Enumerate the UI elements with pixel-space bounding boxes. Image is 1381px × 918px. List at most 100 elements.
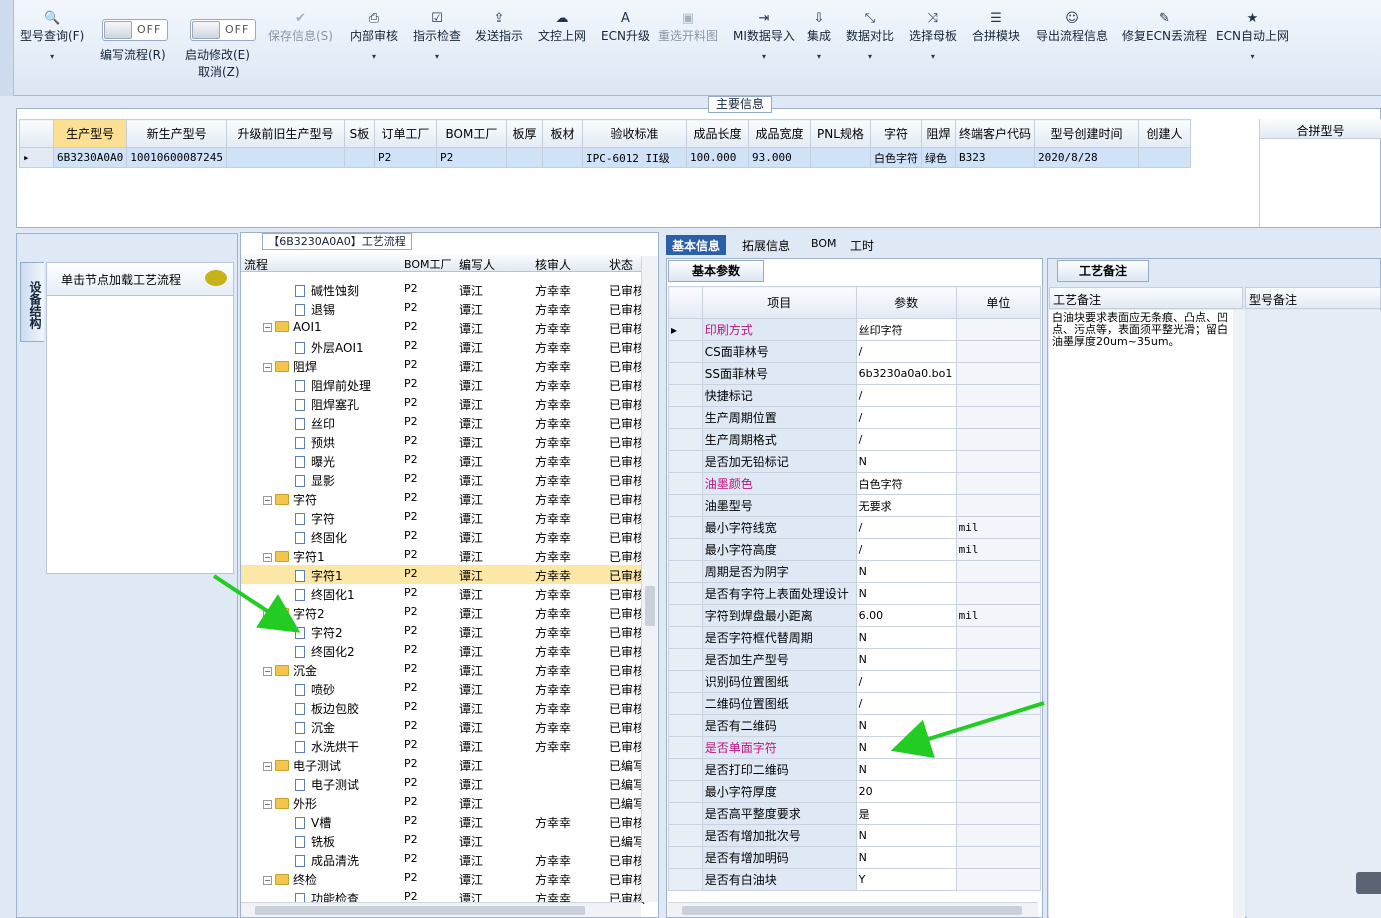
chevron-down-icon[interactable]: ▾ (909, 52, 957, 62)
param-row[interactable]: 字符到焊盘最小距离 6.00 mil (668, 604, 1042, 627)
main-col-header[interactable]: 升级前旧生产型号 (225, 119, 345, 148)
param-value[interactable]: 6b3230a0a0.bo1 (855, 362, 957, 385)
tree-node[interactable]: − 终检 (263, 871, 317, 888)
remarks-scrollbar[interactable] (1233, 310, 1245, 918)
main-col-header[interactable]: 字符 (869, 119, 922, 148)
main-cell[interactable]: 2020/8/28 (1033, 147, 1139, 168)
tree-vertical-scrollbar[interactable] (641, 256, 658, 902)
tree-node[interactable]: − 字符1 (263, 548, 325, 565)
main-cell[interactable]: P2 (373, 147, 437, 168)
param-row[interactable]: 油墨颜色 白色字符 (668, 472, 1042, 495)
main-cell[interactable] (505, 147, 543, 168)
main-col-header[interactable]: 新生产型号 (126, 119, 227, 148)
param-row[interactable]: 油墨型号 无要求 (668, 494, 1042, 517)
col-unit[interactable]: 单位 (955, 286, 1042, 319)
tree-row[interactable]: 终固化2 P2 谭江 方幸幸 已审核 (241, 641, 645, 660)
tree-node[interactable]: 显影 (295, 472, 335, 489)
tree-node[interactable]: − 外形 (263, 795, 317, 812)
main-cell[interactable]: IPC-6012 II级 (581, 147, 687, 168)
tree-node[interactable]: 成品清洗 (295, 852, 359, 869)
param-value[interactable]: 是 (855, 802, 957, 825)
device-structure-tab[interactable]: 设备结构 (20, 262, 44, 342)
param-row[interactable]: CS面菲林号 / (668, 340, 1042, 363)
main-col-header[interactable]: 生产型号 (52, 119, 128, 148)
main-cell[interactable]: 93.000 (747, 147, 811, 168)
chevron-down-icon[interactable]: ▾ (413, 52, 461, 62)
param-value[interactable]: N (855, 450, 957, 473)
tree-node[interactable]: 铣板 (295, 833, 335, 850)
collapse-icon[interactable]: − (263, 876, 272, 885)
param-value[interactable]: Y (855, 868, 957, 891)
main-cell[interactable]: 6B3230A0A0 (52, 147, 128, 168)
param-value[interactable]: 20 (855, 780, 957, 803)
tree-row[interactable]: V槽 P2 谭江 方幸幸 已审核 (241, 812, 645, 831)
param-row[interactable]: 生产周期位置 / (668, 406, 1042, 429)
tree-node[interactable]: − 字符2 (263, 605, 325, 622)
tab-work-hours[interactable]: 工时 (844, 235, 880, 255)
tree-row[interactable]: 字符2 P2 谭江 方幸幸 已审核 (241, 622, 645, 641)
tree-node[interactable]: 字符 (295, 510, 335, 527)
toolbar-left-handle[interactable] (0, 0, 14, 96)
tree-row[interactable]: 字符 P2 谭江 方幸幸 已审核 (241, 508, 645, 527)
tree-node[interactable]: V槽 (295, 814, 331, 831)
write-flow-toggle[interactable]: OFF (102, 19, 168, 41)
main-col-header[interactable]: 订单工厂 (373, 119, 437, 148)
toolbar-button-8[interactable]: ⇥ MI数据导入 ▾ (733, 10, 795, 62)
corner-widget[interactable] (1356, 872, 1381, 894)
main-cell[interactable]: 100.000 (685, 147, 749, 168)
toolbar-button-4[interactable]: ⇪ 发送指示 (475, 10, 523, 62)
main-col-header[interactable]: 板材 (541, 119, 583, 148)
tree-node[interactable]: 丝印 (295, 415, 335, 432)
main-cell[interactable] (225, 147, 345, 168)
collapse-icon[interactable]: − (263, 800, 272, 809)
main-col-header[interactable]: 板厚 (505, 119, 543, 148)
tree-row[interactable]: 喷砂 P2 谭江 方幸幸 已审核 (241, 679, 645, 698)
param-row[interactable]: 是否有二维码 N (668, 714, 1042, 737)
tree-row[interactable]: 沉金 P2 谭江 方幸幸 已审核 (241, 717, 645, 736)
col-reviewer[interactable]: 核审人 (535, 256, 571, 273)
collapse-icon[interactable]: − (263, 496, 272, 505)
param-row[interactable]: 是否有增加明码 N (668, 846, 1042, 869)
tree-row[interactable]: − 阻焊 P2 谭江 方幸幸 已审核 (241, 356, 645, 375)
tree-row[interactable]: 碱性蚀刻 P2 谭江 方幸幸 已审核 (241, 280, 645, 299)
main-col-header[interactable]: 终端客户代码 (954, 119, 1035, 148)
param-row[interactable]: 是否有字符上表面处理设计 N (668, 582, 1042, 605)
tree-row[interactable]: 阻焊塞孔 P2 谭江 方幸幸 已审核 (241, 394, 645, 413)
tree-row[interactable]: 预烘 P2 谭江 方幸幸 已审核 (241, 432, 645, 451)
tree-node[interactable]: − 字符 (263, 491, 317, 508)
chevron-down-icon[interactable]: ▾ (1216, 52, 1289, 62)
collapse-icon[interactable]: − (263, 762, 272, 771)
tree-row[interactable]: − 字符 P2 谭江 方幸幸 已审核 (241, 489, 645, 508)
tree-node[interactable]: 沉金 (295, 719, 335, 736)
main-cell[interactable]: 10010600087245 (126, 147, 227, 168)
tree-row[interactable]: 曝光 P2 谭江 方幸幸 已审核 (241, 451, 645, 470)
collapse-icon[interactable]: − (263, 363, 272, 372)
tree-node[interactable]: 终固化2 (295, 643, 355, 660)
tree-node[interactable]: 退锡 (295, 301, 335, 318)
tree-row[interactable]: 铣板 P2 谭江 已编写 (241, 831, 645, 850)
tree-row[interactable]: 阻焊前处理 P2 谭江 方幸幸 已审核 (241, 375, 645, 394)
col-param[interactable]: 参数 (855, 286, 957, 319)
tree-row[interactable]: − 字符1 P2 谭江 方幸幸 已审核 (241, 546, 645, 565)
main-cell[interactable]: 白色字符 (869, 147, 922, 168)
tree-horizontal-scrollbar[interactable] (241, 902, 641, 917)
param-row[interactable]: 是否打印二维码 N (668, 758, 1042, 781)
param-value[interactable]: 白色字符 (855, 472, 957, 495)
tab-basic-info[interactable]: 基本信息 (666, 235, 727, 255)
param-value[interactable]: 6.00 (855, 604, 957, 627)
param-value[interactable]: N (855, 736, 957, 759)
tree-row[interactable]: − 字符2 P2 谭江 方幸幸 已审核 (241, 603, 645, 622)
process-remarks-text[interactable]: 白油块要求表面应无条痕、凸点、凹点、污点等，表面须平整光滑；留白油墨厚度20um… (1049, 310, 1233, 918)
param-value[interactable]: / (855, 670, 957, 693)
tree-row[interactable]: − 电子测试 P2 谭江 已编写 (241, 755, 645, 774)
toolbar-button-15[interactable]: ★ ECN自动上网 ▾ (1216, 10, 1289, 62)
tree-row[interactable]: 成品清洗 P2 谭江 方幸幸 已审核 (241, 850, 645, 869)
param-row[interactable]: 是否高平整度要求是 (668, 802, 1042, 825)
param-row[interactable]: 是否单面字符 N (668, 736, 1042, 759)
tree-node[interactable]: 字符1 (295, 567, 343, 584)
tab-bom[interactable]: BOM (805, 235, 843, 255)
param-row[interactable]: 是否加生产型号 N (668, 648, 1042, 671)
main-cell[interactable] (343, 147, 375, 168)
toolbar-button-6[interactable]: A ECN升级 (601, 10, 650, 62)
scroll-thumb[interactable] (645, 586, 655, 626)
